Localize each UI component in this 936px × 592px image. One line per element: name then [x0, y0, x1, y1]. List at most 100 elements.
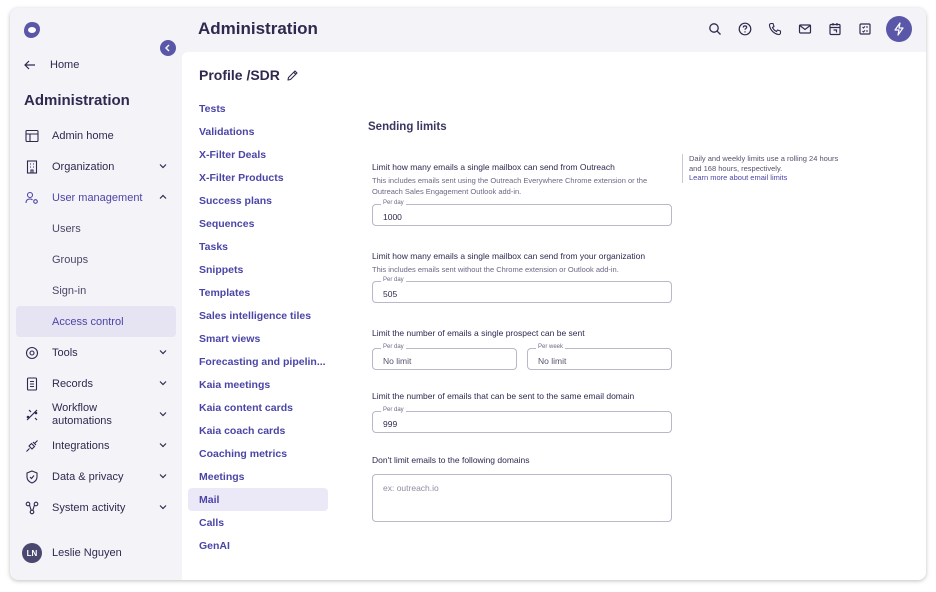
top-header: Administration: [182, 8, 926, 52]
home-link[interactable]: Home: [24, 56, 79, 74]
sidebar-item-admin-home[interactable]: Admin home: [16, 120, 176, 151]
prospect-per-day-input[interactable]: Per day No limit: [372, 344, 517, 370]
chevron-down-icon: [159, 474, 167, 479]
activity-icon: [24, 500, 40, 516]
user-name: Leslie Nguyen: [52, 547, 122, 559]
sidebar-title: Administration: [24, 92, 130, 109]
subnav-item-x-filter-deals[interactable]: X-Filter Deals: [188, 143, 328, 166]
sidebar-item-label: Integrations: [52, 439, 110, 452]
subnav-item-snippets[interactable]: Snippets: [188, 258, 328, 281]
subnav-item-smart-views[interactable]: Smart views: [188, 327, 328, 350]
field-value: 999: [383, 419, 398, 429]
subnav-item-meetings[interactable]: Meetings: [188, 465, 328, 488]
subnav-item-templates[interactable]: Templates: [188, 281, 328, 304]
field-label: Per day: [381, 344, 406, 350]
field-label: Per day: [381, 407, 406, 413]
help-text: Daily and weekly limits use a rolling 24…: [689, 154, 839, 173]
chevron-up-icon: [159, 194, 167, 199]
phone-icon[interactable]: [766, 20, 784, 38]
avatar: LN: [22, 543, 42, 563]
subnav-item-kaia-meetings[interactable]: Kaia meetings: [188, 373, 328, 396]
sidebar-item-records[interactable]: Records: [16, 368, 176, 399]
field-label: Per day: [381, 200, 406, 206]
subnav-item-genai[interactable]: GenAI: [188, 534, 328, 557]
sidebar: Home Administration Admin home Organizat…: [10, 8, 182, 580]
subnav-item-forecasting[interactable]: Forecasting and pipelin...: [188, 350, 328, 373]
sidebar-item-system-activity[interactable]: System activity: [16, 492, 176, 523]
field-label: Per week: [536, 344, 566, 350]
sidebar-item-access-control[interactable]: Access control: [16, 306, 176, 337]
mailbox-outreach-per-day-input[interactable]: Per day 1000: [372, 200, 672, 226]
subnav-item-tasks[interactable]: Tasks: [188, 235, 328, 258]
tools-icon: [24, 345, 40, 361]
domain-per-day-input[interactable]: Per day 999: [372, 407, 672, 433]
sidebar-item-users[interactable]: Users: [16, 213, 176, 244]
main-content: Profile /SDR Tests Validations X-Filter …: [182, 52, 926, 580]
textarea-placeholder: ex: outreach.io: [383, 483, 439, 493]
sidebar-item-integrations[interactable]: Integrations: [16, 430, 176, 461]
profile-subnav: Tests Validations X-Filter Deals X-Filte…: [188, 97, 328, 557]
field-value: 505: [383, 289, 398, 299]
sidebar-item-label: Organization: [52, 160, 115, 173]
layout-icon: [24, 128, 40, 144]
help-icon[interactable]: [736, 20, 754, 38]
subnav-item-calls[interactable]: Calls: [188, 511, 328, 534]
sidebar-item-groups[interactable]: Groups: [16, 244, 176, 275]
mailbox-organization-per-day-input[interactable]: Per day 505: [372, 277, 672, 303]
search-icon[interactable]: [706, 20, 724, 38]
user-gear-icon: [24, 190, 40, 206]
subnav-item-sales-intelligence-tiles[interactable]: Sales intelligence tiles: [188, 304, 328, 327]
profile-title: Profile /SDR: [199, 67, 299, 83]
unlimited-domains-textarea[interactable]: ex: outreach.io: [372, 474, 672, 522]
sidebar-item-label: User management: [52, 191, 143, 204]
chevron-down-icon: [159, 505, 167, 510]
prospect-per-week-input[interactable]: Per week No limit: [527, 344, 672, 370]
block-title: Don't limit emails to the following doma…: [372, 455, 530, 465]
subnav-item-success-plans[interactable]: Success plans: [188, 189, 328, 212]
prospect-limit: Limit the number of emails a single pros…: [372, 328, 672, 370]
subnav-item-kaia-content-cards[interactable]: Kaia content cards: [188, 396, 328, 419]
mailbox-outreach-limit: Limit how many emails a single mailbox c…: [372, 162, 672, 226]
mail-icon[interactable]: [796, 20, 814, 38]
collapse-sidebar-button[interactable]: [160, 40, 176, 56]
chevron-down-icon: [159, 443, 167, 448]
sidebar-item-label: Tools: [52, 346, 78, 359]
subnav-item-coaching-metrics[interactable]: Coaching metrics: [188, 442, 328, 465]
sidebar-item-label: Data & privacy: [52, 470, 124, 483]
block-description: This includes emails sent using the Outr…: [372, 176, 648, 196]
field-value: 1000: [383, 212, 402, 222]
subnav-item-validations[interactable]: Validations: [188, 120, 328, 143]
sidebar-item-user-management[interactable]: User management: [16, 182, 176, 213]
domain-limit: Limit the number of emails that can be s…: [372, 391, 672, 433]
field-value: No limit: [538, 356, 567, 366]
sidebar-item-label: Records: [52, 377, 93, 390]
sidebar-item-sign-in[interactable]: Sign-in: [16, 275, 176, 306]
sidebar-item-data-privacy[interactable]: Data & privacy: [16, 461, 176, 492]
section-title: Sending limits: [368, 121, 447, 133]
sidebar-item-label: Access control: [52, 315, 124, 328]
calendar-icon[interactable]: [826, 20, 844, 38]
sidebar-item-organization[interactable]: Organization: [16, 151, 176, 182]
subnav-item-sequences[interactable]: Sequences: [188, 212, 328, 235]
block-title: Limit how many emails a single mailbox c…: [372, 251, 646, 261]
subnav-item-x-filter-products[interactable]: X-Filter Products: [188, 166, 328, 189]
quick-actions-button[interactable]: [886, 16, 912, 42]
chevron-left-icon: [165, 44, 170, 52]
block-title: Limit how many emails a single mailbox c…: [372, 162, 615, 172]
chevron-down-icon: [159, 381, 167, 386]
outreach-logo-icon[interactable]: [22, 20, 42, 40]
sidebar-item-tools[interactable]: Tools: [16, 337, 176, 368]
arrow-left-icon: [24, 60, 35, 70]
subnav-item-tests[interactable]: Tests: [188, 97, 328, 120]
field-label: Per day: [381, 277, 406, 283]
subnav-item-mail[interactable]: Mail: [188, 488, 328, 511]
subnav-item-kaia-coach-cards[interactable]: Kaia coach cards: [188, 419, 328, 442]
tasks-icon[interactable]: [856, 20, 874, 38]
sidebar-item-label: Sign-in: [52, 284, 87, 297]
workflow-icon: [24, 407, 40, 423]
current-user[interactable]: LN Leslie Nguyen: [22, 543, 122, 563]
pencil-icon[interactable]: [286, 69, 299, 82]
sidebar-item-workflow-automations[interactable]: Workflow automations: [16, 399, 176, 430]
learn-more-link[interactable]: Learn more about email limits: [689, 173, 787, 182]
sidebar-item-label: Workflow: [52, 401, 98, 414]
